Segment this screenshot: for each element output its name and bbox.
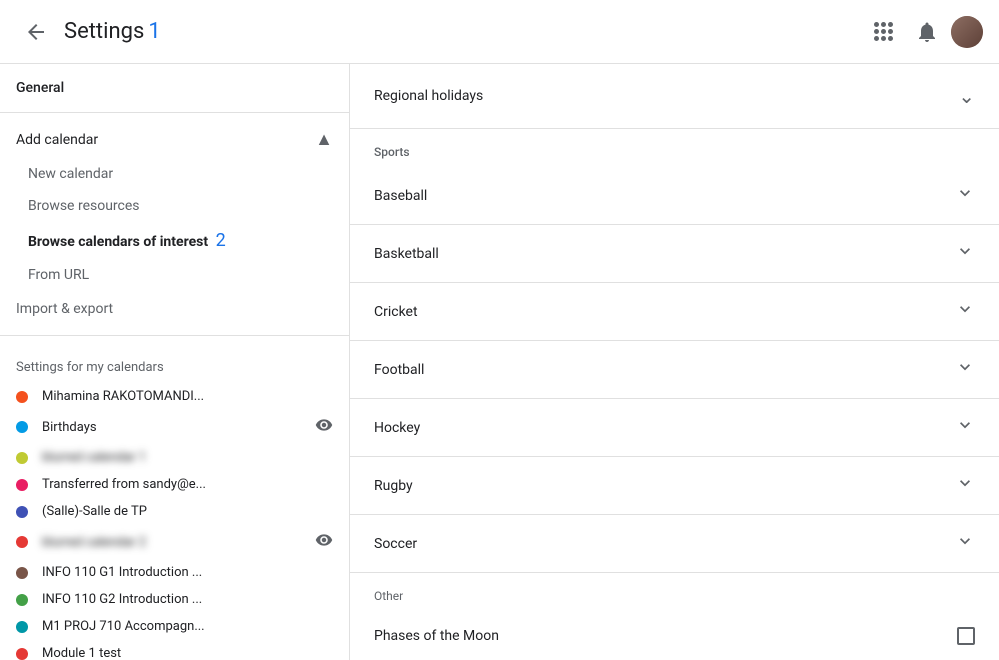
calendar-item[interactable]: Module 1 test	[0, 640, 349, 660]
calendar-name: Mihamina RAKOTOMANDI...	[42, 389, 333, 404]
sports-list: Baseball Basketball Cricket Football Hockey R…	[350, 167, 999, 572]
calendar-item[interactable]: blurred calendar 2	[0, 525, 349, 559]
sport-name: Basketball	[374, 246, 439, 262]
calendar-name: M1 PROJ 710 Accompagn...	[42, 619, 333, 634]
calendar-color-dot	[16, 421, 28, 433]
calendar-color-dot	[16, 536, 28, 548]
sport-chevron	[955, 415, 975, 440]
calendar-color-dot	[16, 391, 28, 403]
sport-chevron	[955, 241, 975, 266]
sidebar-item-browse-resources[interactable]: Browse resources	[0, 190, 349, 222]
title-number: 1	[148, 19, 160, 44]
add-calendar-label: Add calendar	[16, 132, 98, 148]
topbar: Settings 1	[0, 0, 999, 64]
sport-chevron	[955, 299, 975, 324]
calendar-name: INFO 110 G1 Introduction ...	[42, 565, 333, 580]
my-calendars-title: Settings for my calendars	[0, 344, 349, 383]
sport-chevron	[955, 357, 975, 382]
other-item-name: Phases of the Moon	[374, 628, 499, 644]
content-area: Regional holidays ⌄ Sports Baseball Baske…	[350, 64, 999, 660]
calendar-item[interactable]: blurred calendar 1	[0, 444, 349, 471]
browse-number: 2	[216, 230, 226, 251]
regional-holidays-header[interactable]: Regional holidays ⌄	[350, 64, 999, 128]
sidebar: General Add calendar ▲ New calendar Brow…	[0, 64, 350, 660]
add-calendar-items: New calendar Browse resources Browse cal…	[0, 158, 349, 291]
regional-holidays-chevron: ⌄	[958, 84, 975, 108]
general-section: General	[0, 64, 349, 104]
calendar-item[interactable]: INFO 110 G1 Introduction ...	[0, 559, 349, 586]
calendar-item[interactable]: Birthdays	[0, 410, 349, 444]
calendar-name: Birthdays	[42, 420, 307, 435]
calendar-color-dot	[16, 621, 28, 633]
calendar-name: Module 1 test	[42, 646, 333, 660]
divider-1	[0, 112, 349, 113]
regional-holidays-section: Regional holidays ⌄	[350, 64, 999, 129]
sidebar-item-from-url[interactable]: From URL	[0, 259, 349, 291]
sport-chevron	[955, 531, 975, 556]
calendar-list: Mihamina RAKOTOMANDI... Birthdays blurred …	[0, 383, 349, 660]
eye-icon	[315, 416, 333, 438]
regional-holidays-title: Regional holidays	[374, 88, 483, 104]
grid-icon	[870, 18, 897, 45]
sport-item[interactable]: Football	[350, 341, 999, 399]
calendar-color-dot	[16, 594, 28, 606]
sport-item[interactable]: Rugby	[350, 457, 999, 515]
other-section: Other Phases of the MoonWeek Numbers3	[350, 573, 999, 660]
sport-name: Football	[374, 362, 424, 378]
sports-section: Sports Baseball Basketball Cricket Football…	[350, 129, 999, 573]
calendar-name: INFO 110 G2 Introduction ...	[42, 592, 333, 607]
calendar-name: (Salle)-Salle de TP	[42, 504, 333, 519]
sidebar-item-import-export[interactable]: Import & export	[0, 291, 349, 327]
sport-item[interactable]: Cricket	[350, 283, 999, 341]
calendar-item[interactable]: Transferred from sandy@e...	[0, 471, 349, 498]
page-title: Settings	[64, 19, 144, 44]
sport-chevron	[955, 183, 975, 208]
divider-2	[0, 335, 349, 336]
calendar-item[interactable]: INFO 110 G2 Introduction ...	[0, 586, 349, 613]
eye-icon	[315, 531, 333, 553]
sidebar-item-browse-calendars[interactable]: Browse calendars of interest 2	[0, 222, 349, 259]
avatar[interactable]	[951, 16, 983, 48]
avatar-image	[951, 16, 983, 48]
calendar-item[interactable]: M1 PROJ 710 Accompagn...	[0, 613, 349, 640]
sport-chevron	[955, 473, 975, 498]
calendar-color-dot	[16, 479, 28, 491]
calendar-item[interactable]: Mihamina RAKOTOMANDI...	[0, 383, 349, 410]
sport-name: Hockey	[374, 420, 420, 436]
notifications-button[interactable]	[907, 12, 947, 52]
other-label: Other	[350, 573, 999, 611]
calendar-color-dot	[16, 648, 28, 660]
calendar-item[interactable]: (Salle)-Salle de TP	[0, 498, 349, 525]
sport-name: Rugby	[374, 478, 413, 494]
sports-label: Sports	[350, 129, 999, 167]
sport-item[interactable]: Baseball	[350, 167, 999, 225]
add-calendar-chevron: ▲	[315, 129, 333, 150]
sidebar-item-new-calendar[interactable]: New calendar	[0, 158, 349, 190]
other-item[interactable]: Phases of the Moon	[350, 611, 999, 660]
calendar-color-dot	[16, 452, 28, 464]
sport-item[interactable]: Basketball	[350, 225, 999, 283]
sport-item[interactable]: Soccer	[350, 515, 999, 572]
calendar-color-dot	[16, 506, 28, 518]
calendar-name: Transferred from sandy@e...	[42, 477, 333, 492]
sport-name: Cricket	[374, 304, 418, 320]
sport-item[interactable]: Hockey	[350, 399, 999, 457]
calendar-color-dot	[16, 567, 28, 579]
calendar-name: blurred calendar 2	[42, 535, 307, 550]
add-calendar-group[interactable]: Add calendar ▲	[0, 121, 349, 158]
checkbox-unchecked[interactable]	[957, 627, 975, 645]
sport-name: Baseball	[374, 188, 427, 204]
back-button[interactable]	[16, 12, 56, 52]
other-list: Phases of the MoonWeek Numbers3	[350, 611, 999, 660]
apps-button[interactable]	[863, 12, 903, 52]
calendar-name: blurred calendar 1	[42, 450, 333, 465]
main-layout: General Add calendar ▲ New calendar Brow…	[0, 64, 999, 660]
sport-name: Soccer	[374, 536, 417, 552]
